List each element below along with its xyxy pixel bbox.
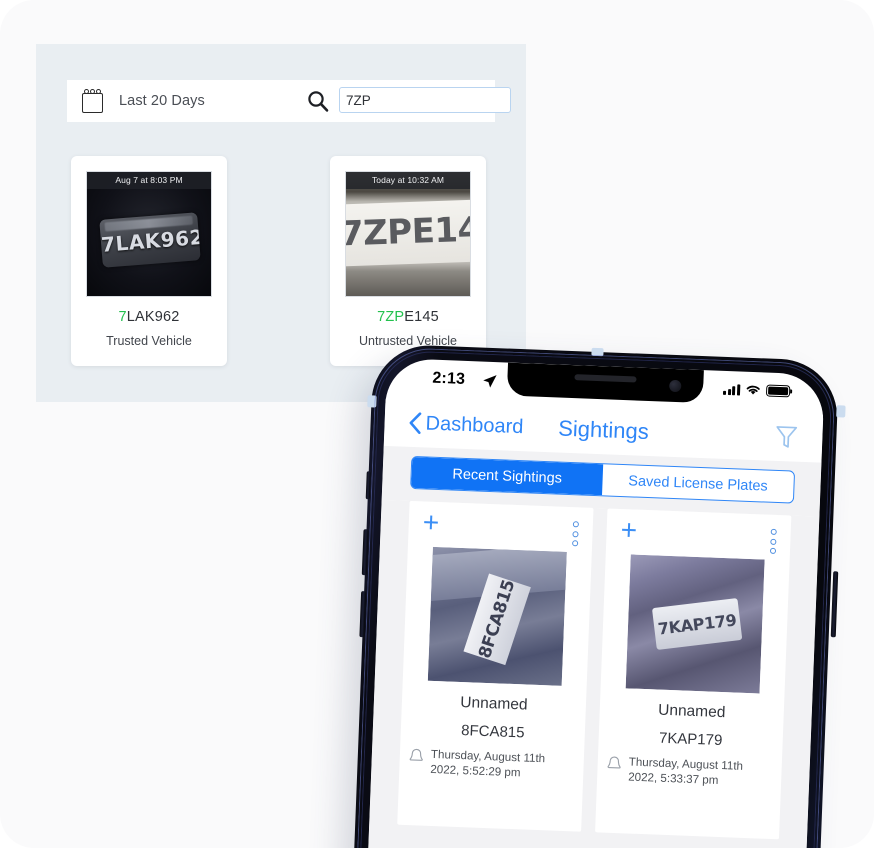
plate-photo-bright: 7ZPE145 <box>346 172 470 296</box>
sighting-plate-number: 8FCA815 <box>460 722 525 742</box>
back-button[interactable]: Dashboard <box>408 411 524 438</box>
power-button[interactable] <box>830 571 839 638</box>
plate-match-segment: 7ZP <box>377 309 405 325</box>
antenna-band-top <box>591 347 604 357</box>
sighting-plate-number: 7KAP179 <box>658 729 723 750</box>
thumbnail-timestamp: Aug 7 at 8:03 PM <box>87 172 211 189</box>
chevron-left-icon <box>409 412 422 435</box>
sighting-name: Unnamed <box>460 693 528 714</box>
more-vertical-icon[interactable] <box>769 525 777 554</box>
antenna-band-right <box>836 405 846 418</box>
date-range-label[interactable]: Last 20 Days <box>119 93 205 109</box>
sighting-card[interactable]: + 7KAP179 Unnamed 7KAP179 Thursday, Augu… <box>595 508 792 840</box>
funnel-filter-icon[interactable] <box>774 424 799 451</box>
sighting-datetime: Thursday, August 11th 2022, 5:52:29 pm <box>430 747 546 780</box>
phone-mockup: 2:13 Dashboard Sightings Recent Sighting… <box>352 343 846 848</box>
antenna-band-left <box>367 395 377 408</box>
calendar-icon <box>81 88 105 114</box>
tab-recent-sightings[interactable]: Recent Sightings <box>411 456 604 496</box>
page-root: Last 20 Days Aug 7 at 8:03 PM 7LAK962 7L… <box>0 0 874 848</box>
plate-photo-dark: 7LAK962 <box>87 172 211 296</box>
sighting-timestamp-row: Thursday, August 11th 2022, 5:52:29 pm <box>399 746 584 783</box>
sighting-card[interactable]: + 8FCA815 Unnamed 8FCA815 Thursday, Augu… <box>397 500 594 832</box>
plate-thumbnail[interactable]: Aug 7 at 8:03 PM 7LAK962 <box>86 171 212 297</box>
status-time: 2:13 <box>432 369 466 388</box>
thumbnail-timestamp: Today at 10:32 AM <box>346 172 470 189</box>
front-camera <box>669 379 682 393</box>
page-title: Sightings <box>557 415 650 445</box>
sighting-name: Unnamed <box>657 701 726 722</box>
sighting-thumbnail[interactable]: 7KAP179 <box>625 554 765 694</box>
filter-toolbar: Last 20 Days <box>67 80 511 122</box>
status-indicators <box>723 383 791 398</box>
plate-photo-text: 7LAK962 <box>100 224 201 257</box>
wifi-icon <box>746 385 760 395</box>
bell-icon <box>409 748 423 761</box>
tab-saved-license-plates[interactable]: Saved License Plates <box>602 464 794 502</box>
segmented-control[interactable]: Recent Sightings Saved License Plates <box>410 455 796 504</box>
search-input[interactable] <box>339 87 511 113</box>
sighting-thumbnail[interactable]: 8FCA815 <box>427 546 567 686</box>
plate-number: 7LAK962 <box>71 309 227 325</box>
bell-icon <box>607 756 621 769</box>
phone-screen: 2:13 Dashboard Sightings Recent Sighting… <box>366 357 825 848</box>
location-arrow-icon <box>483 375 497 388</box>
more-vertical-icon[interactable] <box>572 517 579 547</box>
trust-status-label: Trusted Vehicle <box>106 334 192 348</box>
sighting-datetime: Thursday, August 11th 2022, 5:33:37 pm <box>627 755 744 787</box>
card-actions: + <box>408 506 593 547</box>
plate-match-segment: 7 <box>118 309 127 325</box>
sightings-list: + 8FCA815 Unnamed 8FCA815 Thursday, Augu… <box>366 499 820 848</box>
plus-icon[interactable]: + <box>422 506 440 538</box>
battery-full-icon <box>765 384 791 398</box>
back-label: Dashboard <box>425 411 524 438</box>
plate-rest-segment: LAK962 <box>126 309 180 325</box>
plate-rest-segment: E145 <box>404 309 439 325</box>
card-actions: + <box>606 514 791 554</box>
plate-thumbnail[interactable]: Today at 10:32 AM 7ZPE145 <box>345 171 471 297</box>
plate-number: 7ZPE145 <box>330 309 486 325</box>
plus-icon[interactable]: + <box>620 514 638 546</box>
earpiece-speaker <box>574 374 637 383</box>
sighting-timestamp-row: Thursday, August 11th 2022, 5:33:37 pm <box>597 753 782 790</box>
plate-result-card[interactable]: Today at 10:32 AM 7ZPE145 7ZPE145 Untrus… <box>330 156 486 366</box>
plate-result-card[interactable]: Aug 7 at 8:03 PM 7LAK962 7LAK962 Trusted… <box>71 156 227 366</box>
search-icon <box>308 91 329 112</box>
plate-photo-text: 7ZPE145 <box>345 208 471 255</box>
cellular-bars-icon <box>723 383 741 395</box>
